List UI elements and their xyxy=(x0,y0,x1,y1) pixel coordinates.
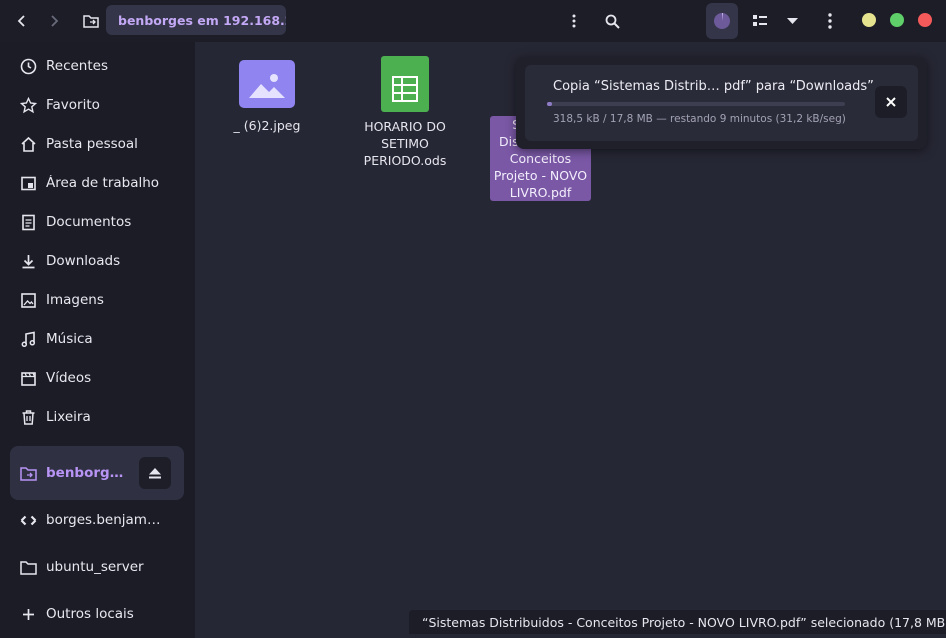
sidebar-item-ubuntu-server[interactable]: ubuntu_server xyxy=(10,548,184,586)
vertical-dots-icon xyxy=(572,14,576,28)
sidebar-item-label: Recentes xyxy=(46,58,108,74)
search-icon xyxy=(605,14,620,29)
minimize-button[interactable] xyxy=(862,13,876,27)
progress-pie-icon xyxy=(714,12,730,29)
sidebar-item-videos[interactable]: Vídeos xyxy=(10,359,184,397)
folder-icon xyxy=(19,558,37,576)
sidebar: Recentes Favorito Pasta pessoal Área de … xyxy=(0,42,195,638)
sidebar-item-label: Lixeira xyxy=(46,409,91,425)
music-icon xyxy=(19,330,37,348)
sidebar-item-downloads[interactable]: Downloads xyxy=(10,242,184,280)
sidebar-item-pasta-pessoal[interactable]: Pasta pessoal xyxy=(10,125,184,163)
operation-title: Copia “Sistemas Distrib… pdf” para “Down… xyxy=(553,79,874,94)
sidebar-item-favorito[interactable]: Favorito xyxy=(10,86,184,124)
operations-popover: Copia “Sistemas Distrib… pdf” para “Down… xyxy=(516,57,927,149)
sidebar-item-label: Vídeos xyxy=(46,370,92,386)
location-button[interactable] xyxy=(76,6,106,36)
sidebar-item-label: borges.benjamim@gmail.com xyxy=(46,512,162,528)
close-icon xyxy=(886,97,896,107)
sidebar-item-imagens[interactable]: Imagens xyxy=(10,281,184,319)
file-item[interactable]: HORARIO DO SETIMO PERIODO.ods xyxy=(352,56,458,169)
download-icon xyxy=(19,252,37,270)
video-icon xyxy=(19,369,37,387)
folder-network-icon xyxy=(83,15,99,28)
chevron-down-icon xyxy=(786,17,798,24)
file-name: HORARIO DO SETIMO PERIODO.ods xyxy=(363,119,447,168)
operation-progress-fill xyxy=(547,102,553,106)
operation-progress-bar xyxy=(547,102,845,106)
sidebar-item-benborges[interactable]: benborges em 192.168.2.17 xyxy=(10,446,184,500)
path-bar[interactable]: benborges em 192.168.2.17 xyxy=(106,5,286,35)
image-icon xyxy=(19,291,37,309)
google-icon xyxy=(19,511,37,529)
sidebar-item-area-de-trabalho[interactable]: Área de trabalho xyxy=(10,164,184,202)
trash-icon xyxy=(19,408,37,426)
forward-button[interactable] xyxy=(39,6,69,36)
back-button[interactable] xyxy=(7,6,37,36)
sidebar-item-label: benborges em 192.168.2.17 xyxy=(46,465,130,481)
file-name: _ (6)2.jpeg xyxy=(233,118,301,133)
vertical-dots-icon xyxy=(828,13,832,29)
path-menu-button[interactable] xyxy=(559,6,589,36)
image-file-icon xyxy=(239,60,295,108)
search-button[interactable] xyxy=(597,6,627,36)
header-bar: benborges em 192.168.2.17 xyxy=(0,0,946,42)
home-icon xyxy=(19,135,37,153)
sidebar-item-label: Downloads xyxy=(46,253,121,269)
clock-icon xyxy=(19,57,37,75)
sidebar-item-label: ubuntu_server xyxy=(46,559,144,575)
plus-icon xyxy=(19,605,37,623)
view-options-button[interactable] xyxy=(777,6,807,36)
sidebar-item-outros-locais[interactable]: Outros locais xyxy=(10,595,184,633)
spreadsheet-icon xyxy=(381,56,429,112)
folder-network-icon xyxy=(19,464,37,482)
view-toggle-button[interactable] xyxy=(745,6,775,36)
sidebar-item-documentos[interactable]: Documentos xyxy=(10,203,184,241)
maximize-button[interactable] xyxy=(890,13,904,27)
sidebar-item-label: Música xyxy=(46,331,93,347)
sidebar-item-label: Documentos xyxy=(46,214,132,230)
operation-detail: 318,5 kB / 17,8 MB — restando 9 minutos … xyxy=(553,113,846,125)
chevron-right-icon xyxy=(51,15,59,27)
sidebar-item-label: Imagens xyxy=(46,292,104,308)
desktop-icon xyxy=(19,174,37,192)
eject-icon xyxy=(149,467,161,478)
operations-button[interactable] xyxy=(706,3,738,39)
sidebar-item-label: Área de trabalho xyxy=(46,175,160,191)
list-view-icon xyxy=(753,15,767,26)
cancel-operation-button[interactable] xyxy=(875,86,907,118)
sidebar-item-label: Outros locais xyxy=(46,606,134,622)
sidebar-item-lixeira[interactable]: Lixeira xyxy=(10,398,184,436)
eject-button[interactable] xyxy=(139,457,171,489)
status-bar: “Sistemas Distribuidos - Conceitos Proje… xyxy=(409,610,946,634)
sidebar-item-recentes[interactable]: Recentes xyxy=(10,47,184,85)
sidebar-item-label: Pasta pessoal xyxy=(46,136,138,152)
file-item[interactable]: _ (6)2.jpeg xyxy=(225,60,309,134)
document-icon xyxy=(19,213,37,231)
copy-operation: Copia “Sistemas Distrib… pdf” para “Down… xyxy=(525,65,918,141)
sidebar-item-musica[interactable]: Música xyxy=(10,320,184,358)
star-icon xyxy=(19,96,37,114)
sidebar-item-label: Favorito xyxy=(46,97,100,113)
sidebar-item-google-account[interactable]: borges.benjamim@gmail.com xyxy=(10,501,184,539)
chevron-left-icon xyxy=(17,15,25,27)
main-menu-button[interactable] xyxy=(815,6,845,36)
close-window-button[interactable] xyxy=(918,13,932,27)
